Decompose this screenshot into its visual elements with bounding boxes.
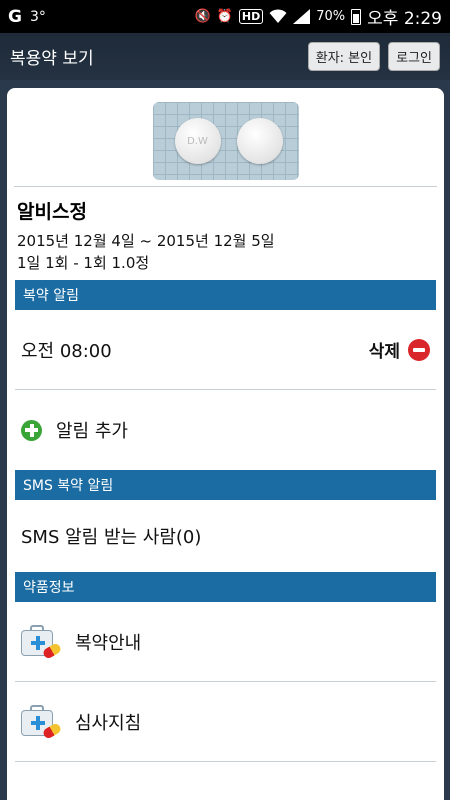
info-item-label: 심사지침 [75, 712, 142, 734]
drug-name: 알비스정 [17, 201, 87, 223]
add-alarm-button[interactable]: 알림 추가 [15, 390, 436, 470]
drug-dosage: 1일 1회 - 1회 1.0정 [17, 254, 150, 272]
drug-info-section-header: 약품정보 [15, 572, 436, 602]
alarm-section-header: 복약 알림 [15, 280, 436, 310]
alarm-row[interactable]: 오전 08:00 삭제 [15, 310, 436, 390]
clock: 오후 2:29 [367, 9, 442, 29]
delete-label: 삭제 [368, 342, 400, 362]
medicine-kit-icon [21, 704, 63, 740]
drug-period: 2015년 12월 4일 ~ 2015년 12월 5일 [17, 232, 275, 250]
pill-front: D.W [174, 118, 221, 164]
info-item-label: 복약안내 [75, 632, 142, 654]
medicine-kit-icon [21, 624, 63, 660]
signal-icon [293, 9, 311, 24]
sms-recipients-row[interactable]: SMS 알림 받는 사람(0) [15, 500, 436, 572]
pill-image: D.W [152, 102, 299, 180]
sms-recipients-label: SMS 알림 받는 사람(0) [21, 527, 202, 548]
hd-icon: HD [238, 9, 264, 24]
battery-icon [351, 8, 362, 25]
drug-info: 알비스정 2015년 12월 4일 ~ 2015년 12월 5일 1일 1회 -… [7, 187, 444, 280]
info-item-guide[interactable]: 복약안내 [15, 602, 436, 682]
temperature-text: 3° [29, 8, 46, 25]
app-notification-icon: G [8, 6, 22, 27]
sms-section-header: SMS 복약 알림 [15, 470, 436, 500]
info-item-review[interactable]: 심사지침 [15, 682, 436, 762]
alarm-icon: ⏰ [216, 9, 233, 24]
delete-alarm-button[interactable]: 삭제 [369, 337, 430, 362]
add-icon [21, 419, 42, 441]
wifi-icon [269, 9, 287, 24]
title-bar: 복용약 보기 환자: 본인 로그인 [0, 33, 450, 80]
pill-imprint: D.W [187, 135, 208, 147]
battery-percent: 70% [316, 9, 346, 24]
medication-card: D.W 알비스정 2015년 12월 4일 ~ 2015년 12월 5일 1일 … [7, 88, 444, 800]
status-bar: G 3° 🔇 ⏰ HD 70% 오후 2:29 [0, 0, 450, 33]
pill-back [236, 118, 283, 164]
alarm-time: 오전 08:00 [21, 340, 112, 362]
mute-icon: 🔇 [194, 9, 211, 24]
remove-icon [408, 338, 430, 361]
login-button[interactable]: 로그인 [388, 42, 440, 71]
add-alarm-label: 알림 추가 [56, 421, 128, 442]
patient-button[interactable]: 환자: 본인 [307, 42, 381, 71]
page-title: 복용약 보기 [10, 49, 94, 69]
